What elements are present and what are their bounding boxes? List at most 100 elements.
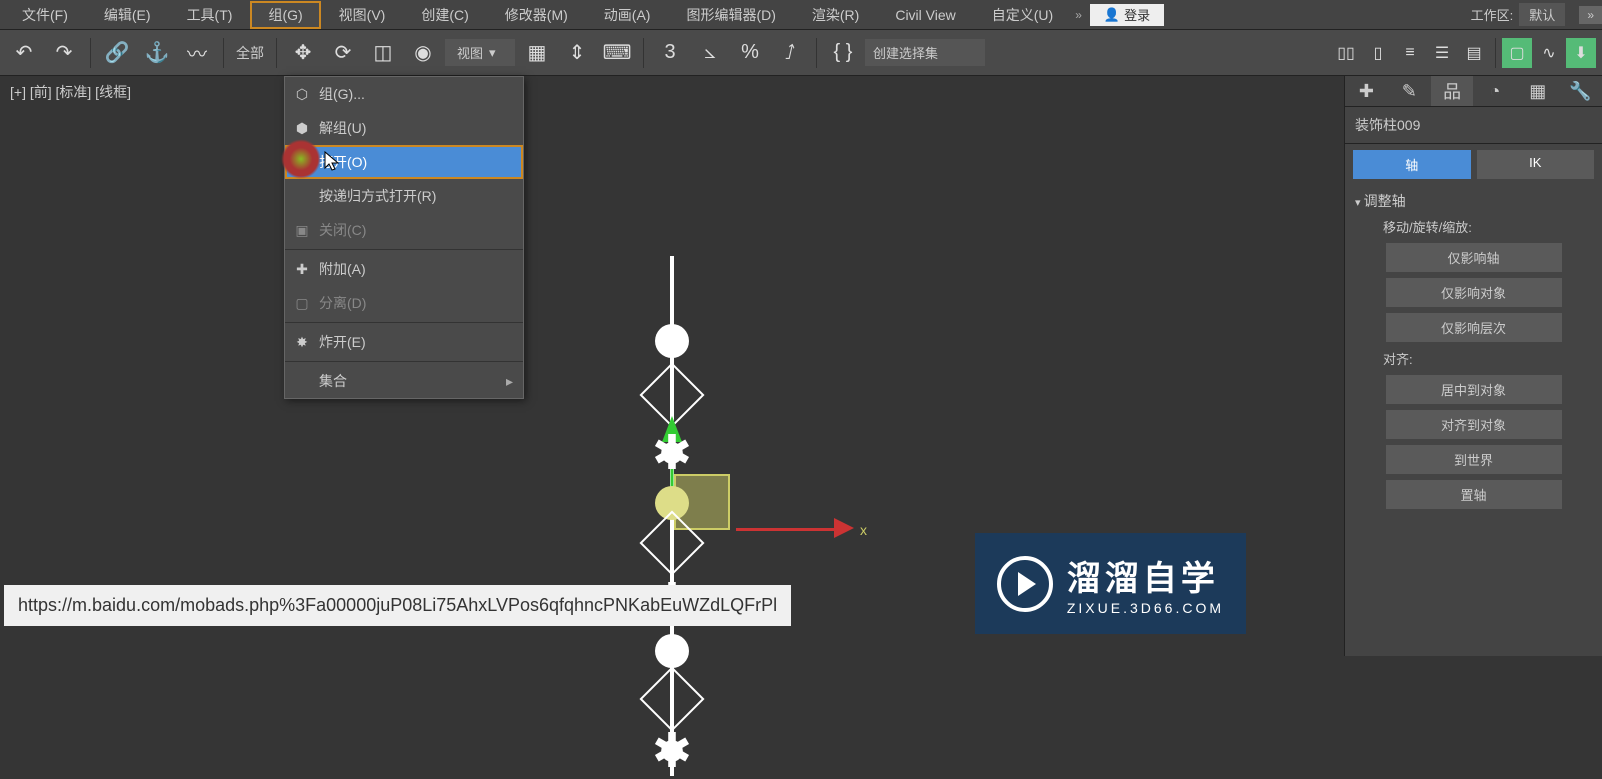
cursor-icon — [323, 150, 341, 172]
tab-motion[interactable]: ◔ — [1473, 76, 1516, 106]
layout2-icon[interactable]: ▯ — [1363, 38, 1393, 68]
menu-animation[interactable]: 动画(A) — [586, 1, 669, 29]
max-icon[interactable]: ▢ — [1502, 38, 1532, 68]
tab-display[interactable]: ▦ — [1516, 76, 1559, 106]
tab-utilities[interactable]: 🔧 — [1559, 76, 1602, 106]
menu-file[interactable]: 文件(F) — [4, 1, 86, 29]
unlink-icon[interactable]: ⚓ — [139, 35, 175, 71]
btn-align-to-world[interactable]: 到世界 — [1386, 445, 1562, 474]
ungroup-icon: ⬢ — [293, 119, 311, 137]
btn-center-to-object[interactable]: 居中到对象 — [1386, 375, 1562, 404]
layout1-icon[interactable]: ▯▯ — [1331, 38, 1361, 68]
login-button[interactable]: 👤 登录 — [1090, 4, 1164, 26]
tab-hierarchy[interactable]: 品 — [1431, 76, 1474, 106]
pivot-tab-button[interactable]: 轴 — [1353, 150, 1471, 179]
ref-coord-select[interactable]: 视图 ▾ — [445, 39, 515, 66]
sub-move-rotate-scale: 移动/旋转/缩放: — [1345, 213, 1602, 240]
snap3-icon[interactable]: 3 — [652, 35, 688, 71]
redo-icon[interactable]: ↷ — [46, 35, 82, 71]
menu-civil[interactable]: Civil View — [877, 3, 973, 27]
menu-expand-icon[interactable]: » — [1075, 8, 1082, 22]
btn-affect-pivot[interactable]: 仅影响轴 — [1386, 243, 1562, 272]
menuitem-group[interactable]: ⬡组(G)... — [285, 77, 523, 111]
main-area: [+] [前] [标准] [线框] ⬡组(G)... ⬢解组(U) ◐ 打开(O… — [0, 76, 1602, 656]
manip-icon[interactable]: ⇕ — [559, 35, 595, 71]
group-icon: ⬡ — [293, 85, 311, 103]
btn-affect-object[interactable]: 仅影响对象 — [1386, 278, 1562, 307]
main-toolbar: ↶ ↷ 🔗 ⚓ 〰 全部 ✥ ⟳ ◫ ◉ 视图 ▾ ▦ ⇕ ⌨ 3 ⦣ % ⭜ … — [0, 30, 1602, 76]
ik-tab-button[interactable]: IK — [1477, 150, 1595, 179]
menu-view[interactable]: 视图(V) — [321, 1, 404, 29]
bind-icon[interactable]: 〰 — [179, 35, 215, 71]
percent-snap-icon[interactable]: % — [732, 35, 768, 71]
menuitem-close: ▣关闭(C) — [285, 213, 523, 247]
menu-custom[interactable]: 自定义(U) — [974, 1, 1071, 29]
user-icon: 👤 — [1104, 7, 1120, 23]
selection-set-input[interactable]: 创建选择集 — [865, 39, 985, 66]
layers2-icon[interactable]: ☰ — [1427, 38, 1457, 68]
placement-icon[interactable]: ◉ — [405, 35, 441, 71]
end-icon[interactable]: ⬇ — [1566, 38, 1596, 68]
group-menu-dropdown: ⬡组(G)... ⬢解组(U) ◐ 打开(O) 按递归方式打开(R) ▣关闭(C… — [284, 76, 524, 399]
keyboard-icon[interactable]: ⌨ — [599, 35, 635, 71]
watermark-title: 溜溜自学 — [1067, 551, 1224, 600]
login-label: 登录 — [1124, 5, 1150, 24]
menu-tools[interactable]: 工具(T) — [169, 1, 251, 29]
menu-render[interactable]: 渲染(R) — [794, 1, 877, 29]
menu-bar: 文件(F) 编辑(E) 工具(T) 组(G) 视图(V) 创建(C) 修改器(M… — [0, 0, 1602, 30]
rotate-icon[interactable]: ⟳ — [325, 35, 361, 71]
curve-icon[interactable]: ∿ — [1534, 38, 1564, 68]
display-icon[interactable]: ▤ — [1459, 38, 1489, 68]
menu-separator — [285, 249, 523, 250]
workspace-select[interactable]: 默认 — [1519, 3, 1565, 26]
link-icon[interactable]: 🔗 — [99, 35, 135, 71]
play-icon — [997, 556, 1053, 612]
menuitem-open[interactable]: ◐ 打开(O) — [285, 145, 523, 179]
undo-icon[interactable]: ↶ — [6, 35, 42, 71]
menuitem-detach: ▢分离(D) — [285, 286, 523, 320]
watermark-sub: ZIXUE.3D66.COM — [1067, 600, 1224, 616]
panel-tabs: ✚ ✎ 品 ◔ ▦ 🔧 — [1345, 76, 1602, 107]
angle-snap-icon[interactable]: ⦣ — [692, 35, 728, 71]
menuitem-attach[interactable]: ✚附加(A) — [285, 252, 523, 286]
btn-align-to-object[interactable]: 对齐到对象 — [1386, 410, 1562, 439]
move-icon[interactable]: ✥ — [285, 35, 321, 71]
detach-icon: ▢ — [293, 294, 311, 312]
btn-affect-hierarchy[interactable]: 仅影响层次 — [1386, 313, 1562, 342]
menu-create[interactable]: 创建(C) — [403, 1, 486, 29]
filter-all[interactable]: 全部 — [232, 43, 268, 63]
menuitem-open-recursive[interactable]: 按递归方式打开(R) — [285, 179, 523, 213]
workspace-expand[interactable]: » — [1579, 6, 1602, 24]
spinner-snap-icon[interactable]: ⭜ — [772, 35, 808, 71]
pivot-icon[interactable]: ▦ — [519, 35, 555, 71]
named-sel-icon[interactable]: { } — [825, 35, 861, 71]
chevron-down-icon: ▾ — [489, 45, 496, 61]
btn-reset-pivot[interactable]: 置轴 — [1386, 480, 1562, 509]
workspace-area: 工作区: 默认 — [1461, 3, 1576, 26]
close-icon: ▣ — [293, 221, 311, 239]
menu-separator — [285, 361, 523, 362]
scale-icon[interactable]: ◫ — [365, 35, 401, 71]
menuitem-explode[interactable]: ✸炸开(E) — [285, 325, 523, 359]
viewport[interactable]: [+] [前] [标准] [线框] ⬡组(G)... ⬢解组(U) ◐ 打开(O… — [0, 76, 1344, 656]
ref-coord-label: 视图 — [457, 43, 483, 62]
sub-align: 对齐: — [1345, 345, 1602, 372]
workspace-label: 工作区: — [1471, 5, 1514, 24]
status-url: https://m.baidu.com/mobads.php%3Fa00000j… — [4, 585, 791, 626]
tab-modify[interactable]: ✎ — [1388, 76, 1431, 106]
menuitem-ungroup[interactable]: ⬢解组(U) — [285, 111, 523, 145]
tab-create[interactable]: ✚ — [1345, 76, 1388, 106]
menuitem-assembly[interactable]: 集合▸ — [285, 364, 523, 398]
menu-group[interactable]: 组(G) — [250, 1, 320, 29]
axis-x-label: x — [860, 522, 867, 538]
menu-graph[interactable]: 图形编辑器(D) — [668, 1, 793, 29]
explode-icon: ✸ — [293, 333, 311, 351]
attach-icon: ✚ — [293, 260, 311, 278]
menu-separator — [285, 322, 523, 323]
menu-edit[interactable]: 编辑(E) — [86, 1, 169, 29]
layers-icon[interactable]: ≡ — [1395, 38, 1425, 68]
viewport-label[interactable]: [+] [前] [标准] [线框] — [10, 82, 131, 102]
section-adjust-pivot[interactable]: 调整轴 — [1345, 185, 1602, 213]
menu-modifier[interactable]: 修改器(M) — [487, 1, 586, 29]
watermark: 溜溜自学 ZIXUE.3D66.COM — [975, 533, 1246, 634]
